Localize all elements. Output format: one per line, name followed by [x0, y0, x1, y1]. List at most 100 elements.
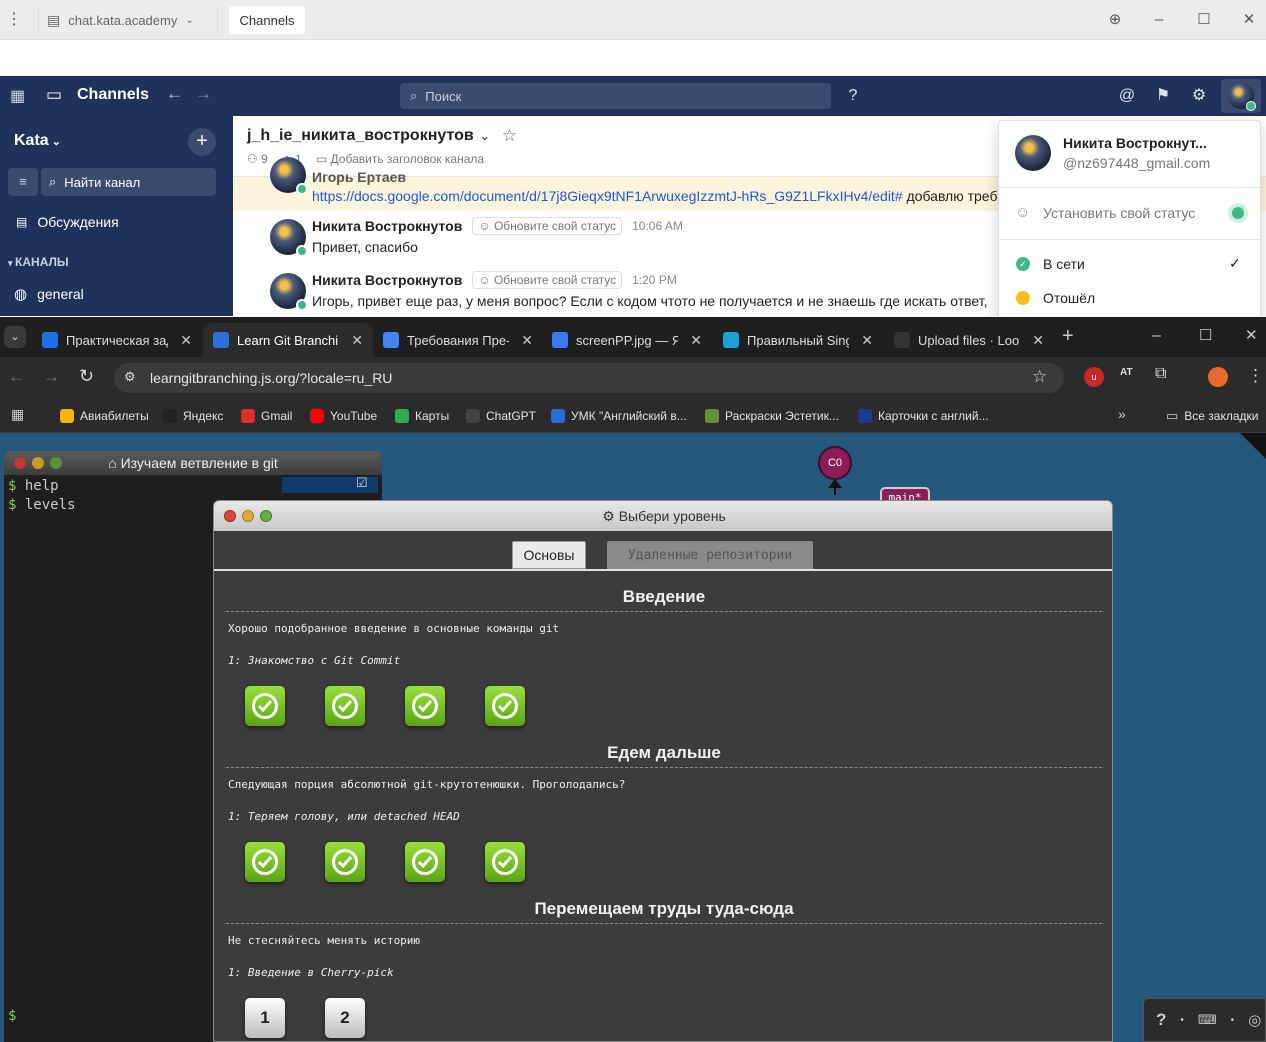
- extension-translate-icon[interactable]: AT: [1120, 367, 1133, 378]
- level-completed-button[interactable]: [485, 686, 525, 726]
- close-icon[interactable]: ✕: [1238, 10, 1260, 30]
- level-completed-button[interactable]: [245, 842, 285, 882]
- level-completed-button[interactable]: [485, 842, 525, 882]
- extension-ublock-icon[interactable]: u: [1084, 367, 1104, 387]
- status-online-item[interactable]: ✓ В сети ✓: [999, 247, 1260, 281]
- bookmark-item[interactable]: Яндекс: [163, 405, 223, 427]
- find-channel-button[interactable]: ⌕ Найти канал: [41, 168, 216, 196]
- level-completed-button[interactable]: [245, 686, 285, 726]
- settings-gear-icon[interactable]: ⚙: [1187, 84, 1211, 108]
- close-tab-icon[interactable]: ✕: [521, 332, 533, 349]
- browser-tab[interactable]: Требования Пре-I ✕: [373, 323, 543, 357]
- browser-tab[interactable]: Практическая зад ✕: [32, 323, 202, 357]
- update-status-button[interactable]: ☺ Обновите свой статус: [472, 271, 623, 289]
- sidebar-item-general[interactable]: ◍ general: [14, 285, 84, 303]
- close-light-icon[interactable]: [14, 457, 26, 469]
- more-bookmarks-icon[interactable]: »: [1118, 406, 1126, 422]
- update-status-button[interactable]: ☺ Обновите свой статус: [472, 217, 623, 235]
- close-tab-icon[interactable]: ✕: [351, 332, 363, 349]
- chrome-menu-icon[interactable]: ⋮: [1247, 366, 1264, 386]
- back-icon[interactable]: ←: [166, 84, 183, 104]
- bookmark-star-icon[interactable]: ☆: [1032, 367, 1047, 387]
- status-away-item[interactable]: Отошёл: [999, 281, 1260, 315]
- sidebar-item-threads[interactable]: ▤ Обсуждения: [16, 214, 119, 230]
- level-completed-button[interactable]: [325, 686, 365, 726]
- maximize-icon[interactable]: ☐: [1193, 10, 1215, 30]
- terminal-input[interactable]: $: [8, 1008, 16, 1024]
- bookmark-item[interactable]: Карточки с англий...: [858, 405, 989, 427]
- browser-tab[interactable]: Learn Git Branching ✕: [203, 323, 373, 357]
- filter-icon[interactable]: ≡: [8, 168, 38, 196]
- level-button[interactable]: 1: [245, 998, 285, 1038]
- product-menu-icon[interactable]: ▦: [10, 86, 25, 106]
- address-bar[interactable]: ⚙ learngitbranching.js.org/?locale=ru_RU…: [114, 363, 1064, 393]
- back-icon[interactable]: ←: [8, 367, 25, 387]
- browser-tab[interactable]: screenPP.jpg — Ян ✕: [542, 323, 712, 357]
- minimize-light-icon[interactable]: [32, 457, 44, 469]
- close-light-icon[interactable]: [224, 510, 236, 522]
- maximize-light-icon[interactable]: [50, 457, 62, 469]
- tab-main[interactable]: Основы: [512, 541, 586, 569]
- minimize-light-icon[interactable]: [242, 510, 254, 522]
- forward-icon[interactable]: →: [195, 84, 212, 104]
- doc-link[interactable]: https://docs.google.com/document/d/17j8G…: [312, 188, 903, 204]
- level-completed-button[interactable]: [405, 686, 445, 726]
- new-tab-icon[interactable]: +: [1062, 325, 1074, 348]
- github-icon[interactable]: ◎: [1248, 1011, 1261, 1029]
- tab-remote[interactable]: Удаленные репозитории: [607, 541, 813, 569]
- reload-icon[interactable]: ↻: [79, 366, 94, 387]
- help-button[interactable]: ?: [1156, 1010, 1166, 1030]
- extensions-puzzle-icon[interactable]: ⧉: [1155, 365, 1166, 383]
- menu-dots-icon[interactable]: ⋮: [6, 10, 22, 30]
- search-input[interactable]: ⌕ Поиск: [400, 83, 831, 109]
- help-icon[interactable]: ?: [841, 84, 865, 108]
- team-menu[interactable]: Kata ⌄: [14, 132, 61, 150]
- tab-search-icon[interactable]: ⌄: [4, 326, 26, 348]
- close-icon[interactable]: ✕: [1245, 326, 1258, 344]
- bookmark-item[interactable]: YouTube: [310, 405, 377, 427]
- post-author[interactable]: Никита Вострокнутов: [312, 218, 462, 234]
- bookmark-item[interactable]: Раскраски Эстетик...: [705, 405, 839, 427]
- mentions-icon[interactable]: @: [1115, 84, 1139, 108]
- download-icon[interactable]: ⊕: [1104, 10, 1126, 30]
- browser-tab[interactable]: Правильный Singl ✕: [713, 323, 883, 357]
- level-button[interactable]: 2: [325, 998, 365, 1038]
- forward-icon[interactable]: →: [43, 367, 60, 387]
- bookmark-item[interactable]: Карты: [395, 405, 449, 427]
- site-info-icon[interactable]: ⚙: [124, 369, 136, 385]
- favorite-star-icon[interactable]: ☆: [502, 126, 517, 146]
- bookmark-item[interactable]: ChatGPT: [466, 405, 536, 427]
- close-tab-icon[interactable]: ✕: [1032, 332, 1044, 349]
- all-bookmarks-folder[interactable]: ▭ Все закладки: [1166, 405, 1259, 427]
- close-tab-icon[interactable]: ✕: [861, 332, 873, 349]
- post-time[interactable]: 10:06 AM: [632, 219, 683, 233]
- channel-header-title[interactable]: j_h_ie_никита_вострокнутов ⌄ ☆: [247, 126, 517, 146]
- browser-tab[interactable]: Upload files · Loop ✕: [884, 323, 1054, 357]
- maximize-icon[interactable]: ☐: [1199, 326, 1212, 344]
- apps-grid-icon[interactable]: ▦: [11, 406, 24, 423]
- minimize-icon[interactable]: –: [1148, 10, 1170, 30]
- server-selector[interactable]: ▤ chat.kata.academy ⌄: [38, 5, 218, 35]
- tab-channels[interactable]: Channels: [229, 6, 305, 34]
- bookmark-item[interactable]: Gmail: [241, 405, 292, 427]
- channels-heading[interactable]: ▾ КАНАЛЫ: [8, 255, 69, 269]
- post-time[interactable]: 1:20 PM: [632, 273, 677, 287]
- close-tab-icon[interactable]: ✕: [180, 332, 192, 349]
- members-count[interactable]: ⚇ 9: [247, 152, 268, 166]
- minimize-icon[interactable]: –: [1152, 327, 1161, 345]
- post-author[interactable]: Никита Вострокнутов: [312, 272, 462, 288]
- close-tab-icon[interactable]: ✕: [690, 332, 702, 349]
- add-header-button[interactable]: ▭ Добавить заголовок канала: [316, 152, 484, 166]
- level-completed-button[interactable]: [325, 842, 365, 882]
- add-button[interactable]: +: [188, 128, 216, 156]
- saved-icon[interactable]: ⚑: [1151, 84, 1175, 108]
- keyboard-icon[interactable]: ⌨: [1198, 1012, 1217, 1028]
- maximize-light-icon[interactable]: [260, 510, 272, 522]
- account-button[interactable]: [1221, 79, 1261, 113]
- set-status-item[interactable]: ☺ Установить свой статус: [999, 195, 1260, 231]
- level-completed-button[interactable]: [405, 842, 445, 882]
- profile-avatar[interactable]: [1208, 367, 1228, 387]
- bookmark-item[interactable]: Авиабилеты: [60, 405, 149, 427]
- post-author[interactable]: Игорь Ертаев: [312, 169, 406, 185]
- checkbox-icon[interactable]: ☑: [356, 475, 368, 491]
